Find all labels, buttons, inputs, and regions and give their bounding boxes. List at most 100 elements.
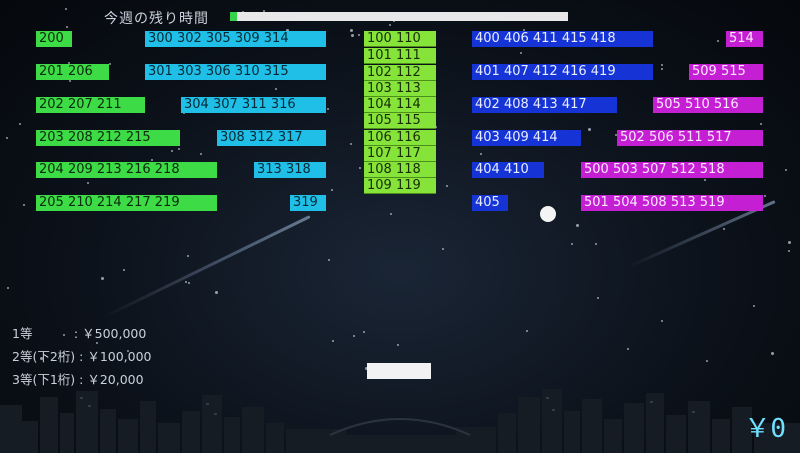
star-decoration bbox=[5, 136, 8, 139]
brick-group: 500 503 507 512 518 bbox=[581, 162, 763, 178]
brick-group: 107 117 bbox=[364, 146, 436, 162]
star-decoration bbox=[349, 143, 352, 146]
star-decoration bbox=[65, 25, 68, 28]
star-decoration bbox=[661, 64, 664, 67]
timer-label: 今週の残り時間 bbox=[104, 11, 209, 27]
brick-group: 304 307 311 316 bbox=[181, 97, 326, 113]
brick-group: 205 210 214 217 219 bbox=[36, 195, 217, 211]
star-decoration bbox=[177, 148, 180, 151]
star-decoration bbox=[390, 213, 393, 216]
brick-group: 501 504 508 513 519 bbox=[581, 195, 763, 211]
star-decoration bbox=[101, 276, 105, 280]
star-decoration bbox=[330, 189, 333, 192]
star-decoration bbox=[388, 24, 391, 27]
brick-group: 402 408 413 417 bbox=[472, 97, 617, 113]
star-decoration bbox=[215, 291, 219, 295]
star-decoration bbox=[753, 304, 755, 307]
star-decoration bbox=[763, 195, 766, 198]
star-decoration bbox=[626, 347, 629, 350]
brick-group: 102 112 bbox=[364, 65, 436, 81]
brick-group: 101 111 bbox=[364, 48, 436, 64]
star-decoration bbox=[358, 166, 361, 169]
star-decoration bbox=[703, 178, 706, 181]
prize-first: 1等 : ￥500,000 bbox=[12, 326, 147, 341]
ball bbox=[540, 206, 556, 222]
brick-group: 200 bbox=[36, 31, 72, 47]
brick-group: 514 bbox=[726, 31, 763, 47]
brick-group: 300 302 305 309 314 bbox=[145, 31, 326, 47]
star-decoration bbox=[576, 223, 580, 227]
star-decoration bbox=[363, 331, 366, 334]
city-skyline bbox=[0, 389, 800, 453]
star-decoration bbox=[171, 149, 174, 152]
brick-group: 105 115 bbox=[364, 113, 436, 129]
brick-group: 301 303 306 310 315 bbox=[145, 64, 326, 80]
star-decoration bbox=[784, 169, 787, 172]
prize-second: 2等(下2桁) : ￥100,000 bbox=[12, 349, 152, 364]
brick-group: 202 207 211 bbox=[36, 97, 145, 113]
star-decoration bbox=[19, 122, 22, 125]
star-decoration bbox=[188, 282, 191, 285]
star-decoration bbox=[446, 185, 449, 188]
paddle[interactable] bbox=[367, 363, 431, 379]
star-decoration bbox=[68, 79, 71, 82]
star-decoration bbox=[788, 250, 791, 253]
brick-group: 401 407 412 416 419 bbox=[472, 64, 653, 80]
brick-group: 100 110 bbox=[364, 31, 436, 47]
brick-group: 204 209 213 216 218 bbox=[36, 162, 217, 178]
star-decoration bbox=[722, 227, 725, 230]
brick-group: 108 118 bbox=[364, 162, 436, 178]
star-decoration bbox=[6, 287, 9, 290]
star-decoration bbox=[353, 335, 356, 338]
star-decoration bbox=[705, 360, 708, 363]
star-decoration bbox=[588, 128, 592, 132]
brick-group: 203 208 212 215 bbox=[36, 130, 180, 146]
star-decoration bbox=[199, 152, 202, 155]
star-decoration bbox=[441, 247, 444, 250]
star-decoration bbox=[274, 88, 277, 91]
brick-group: 509 515 bbox=[689, 64, 763, 80]
star-decoration bbox=[23, 203, 26, 206]
brick-group: 403 409 414 bbox=[472, 130, 581, 146]
brick-group: 308 312 317 bbox=[217, 130, 326, 146]
brick-group: 313 318 bbox=[254, 162, 326, 178]
brick-group: 505 510 516 bbox=[653, 97, 763, 113]
star-decoration bbox=[570, 242, 573, 245]
star-decoration bbox=[65, 7, 68, 10]
brick-group: 201 206 bbox=[36, 64, 109, 80]
star-decoration bbox=[122, 268, 125, 271]
brick-group: 109 119 bbox=[364, 178, 436, 194]
star-decoration bbox=[525, 330, 528, 333]
brick-group: 502 506 511 517 bbox=[617, 130, 763, 146]
star-decoration bbox=[397, 344, 400, 347]
timer-bar bbox=[230, 12, 568, 21]
star-decoration bbox=[108, 62, 111, 65]
star-decoration bbox=[760, 123, 763, 126]
star-decoration bbox=[185, 281, 188, 284]
brick-group: 405 bbox=[472, 195, 508, 211]
star-decoration bbox=[661, 320, 664, 323]
brick-group: 106 116 bbox=[364, 130, 436, 146]
star-decoration bbox=[350, 28, 354, 32]
star-decoration bbox=[770, 352, 774, 356]
star-decoration bbox=[594, 243, 597, 246]
timer-bar-fill bbox=[230, 12, 237, 21]
star-decoration bbox=[327, 108, 330, 111]
star-decoration bbox=[150, 159, 153, 162]
brick-group: 104 114 bbox=[364, 97, 436, 113]
star-decoration bbox=[597, 297, 600, 300]
star-decoration bbox=[86, 181, 89, 184]
score-display: ￥0 bbox=[744, 414, 786, 444]
star-decoration bbox=[351, 33, 355, 37]
brick-group: 400 406 411 415 418 bbox=[472, 31, 653, 47]
brick-group: 103 113 bbox=[364, 81, 436, 97]
brick-group: 319 bbox=[290, 195, 326, 211]
brick-group: 404 410 bbox=[472, 162, 544, 178]
star-decoration bbox=[358, 34, 361, 37]
star-decoration bbox=[479, 152, 482, 155]
star-decoration bbox=[660, 67, 663, 70]
star-decoration bbox=[716, 39, 719, 42]
star-decoration bbox=[787, 241, 791, 245]
star-decoration bbox=[519, 51, 522, 54]
star-decoration bbox=[328, 258, 331, 261]
